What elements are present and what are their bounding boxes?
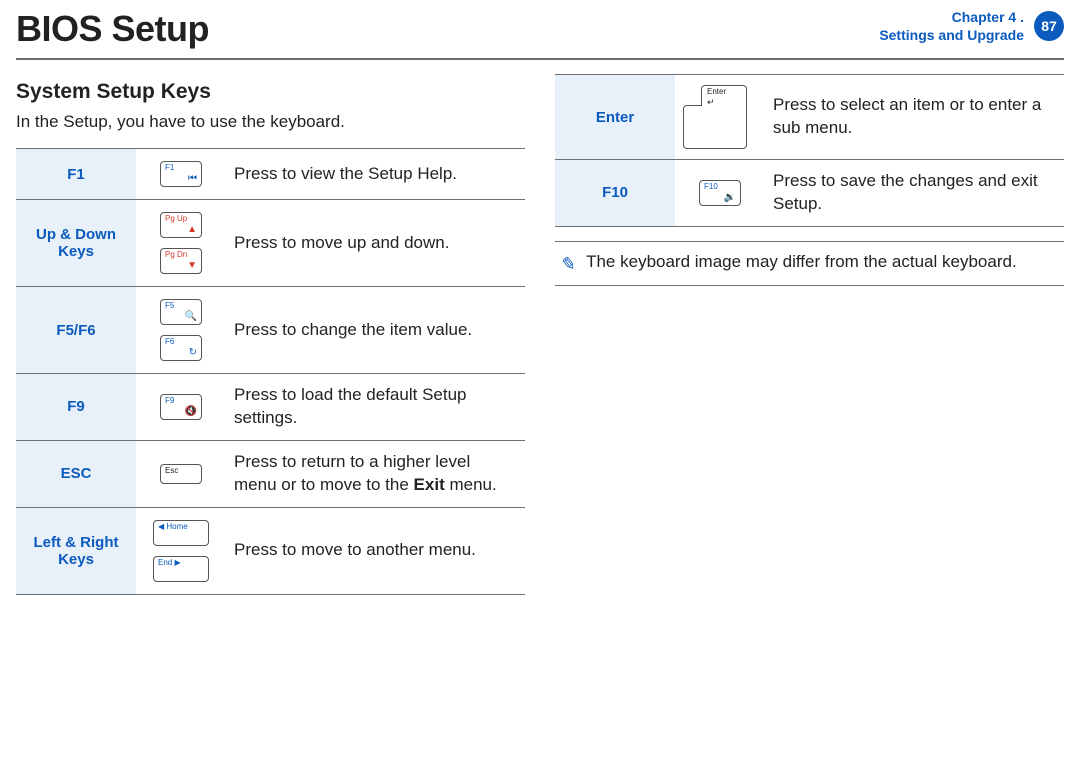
- chapter-block: Chapter 4 . Settings and Upgrade 87: [879, 8, 1064, 44]
- keys-table-left: F1F1⏮Press to view the Setup Help.Up & D…: [16, 148, 525, 595]
- key-name: F5/F6: [16, 287, 136, 374]
- left-column: System Setup Keys In the Setup, you have…: [16, 74, 525, 595]
- keycap-label: ◀ Home: [158, 522, 188, 531]
- section-intro: In the Setup, you have to use the keyboa…: [16, 112, 525, 132]
- keycap-label: F5: [165, 301, 174, 310]
- keycap-icon: Pg Dn▼: [160, 248, 202, 274]
- keycap-glyph-icon: 🔉: [724, 193, 736, 203]
- key-row: ESC Esc Press to return to a higher level …: [16, 440, 525, 507]
- keycap-icon: Esc: [160, 464, 202, 484]
- keycap-icon: F9 🔇: [160, 394, 202, 420]
- keycap-label: Pg Dn: [165, 250, 187, 259]
- keycap-stack: Pg Up▲ Pg Dn▼: [144, 210, 218, 276]
- key-description: Press to view the Setup Help.: [226, 149, 525, 200]
- keycap-icon: End ▶: [153, 556, 209, 582]
- enter-key-icon: Enter↵: [683, 85, 747, 149]
- key-image: F10 🔉: [675, 160, 765, 227]
- right-column: EnterEnter↵Press to select an item or to…: [555, 74, 1064, 595]
- keycap-label: F9: [165, 396, 174, 405]
- keycap-icon: F6 ↻: [160, 335, 202, 361]
- key-image: Enter↵: [675, 75, 765, 160]
- key-description: Press to change the item value.: [226, 287, 525, 374]
- key-row: EnterEnter↵Press to select an item or to…: [555, 75, 1064, 160]
- keycap-icon: ◀ Home: [153, 520, 209, 546]
- key-description: Press to select an item or to enter a su…: [765, 75, 1064, 160]
- keycap-label: F6: [165, 337, 174, 346]
- chapter-line-2: Settings and Upgrade: [879, 26, 1024, 44]
- key-row: Up & Down Keys Pg Up▲ Pg Dn▼ Press to move …: [16, 200, 525, 287]
- keycap-stack: F5 🔍 F6 ↻: [144, 297, 218, 363]
- keycap-label: End ▶: [158, 558, 181, 567]
- key-image: ◀ Home End ▶: [136, 507, 226, 594]
- key-description: Press to load the default Setup settings…: [226, 374, 525, 441]
- chapter-text: Chapter 4 . Settings and Upgrade: [879, 8, 1024, 44]
- key-description: Press to return to a higher level menu o…: [226, 440, 525, 507]
- keycap-stack: F10 🔉: [683, 178, 757, 208]
- page-number-badge: 87: [1034, 11, 1064, 41]
- key-name: F1: [16, 149, 136, 200]
- key-image: F5 🔍 F6 ↻: [136, 287, 226, 374]
- page-header: BIOS Setup Chapter 4 . Settings and Upgr…: [0, 0, 1080, 54]
- keycap-stack: ◀ Home End ▶: [144, 518, 218, 584]
- key-row: Left & Right Keys ◀ Home End ▶ Press to mov…: [16, 507, 525, 594]
- keycap-icon: Pg Up▲: [160, 212, 202, 238]
- keycap-icon: F5 🔍: [160, 299, 202, 325]
- chapter-line-1: Chapter 4 .: [879, 8, 1024, 26]
- enter-arrow-icon: ↵: [707, 97, 715, 108]
- keycap-icon: F10 🔉: [699, 180, 741, 206]
- keycap-glyph-icon: 🔇: [185, 407, 197, 417]
- keyboard-note: ✎ The keyboard image may differ from the…: [555, 241, 1064, 286]
- key-row: F9 F9 🔇 Press to load the default Setup set…: [16, 374, 525, 441]
- keycap-icon: F1 ⏮: [160, 161, 202, 187]
- key-name: F10: [555, 160, 675, 227]
- keycap-stack: Esc: [144, 462, 218, 486]
- content-columns: System Setup Keys In the Setup, you have…: [0, 74, 1080, 595]
- keycap-glyph-icon: ▲: [187, 225, 197, 235]
- header-rule: [16, 58, 1064, 60]
- key-image: Pg Up▲ Pg Dn▼: [136, 200, 226, 287]
- key-row: F1 F1 ⏮ Press to view the Setup Help.: [16, 149, 525, 200]
- key-name: ESC: [16, 440, 136, 507]
- keycap-glyph-icon: ▼: [187, 261, 197, 271]
- keycap-stack: F9 🔇: [144, 392, 218, 422]
- key-row: F10 F10 🔉 Press to save the changes and exi…: [555, 160, 1064, 227]
- keycap-glyph-icon: 🔍: [185, 312, 197, 322]
- keycap-label: Pg Up: [165, 214, 187, 223]
- note-text: The keyboard image may differ from the a…: [586, 252, 1017, 272]
- key-image: F9 🔇: [136, 374, 226, 441]
- keycap-glyph-icon: ↻: [189, 348, 197, 358]
- key-name: F9: [16, 374, 136, 441]
- key-name: Left & Right Keys: [16, 507, 136, 594]
- keycap-glyph-icon: ⏮: [188, 174, 197, 184]
- keycap-label: F10: [704, 182, 718, 191]
- keycap-stack: F1 ⏮: [144, 159, 218, 189]
- key-description: Press to save the changes and exit Setup…: [765, 160, 1064, 227]
- key-image: Esc: [136, 440, 226, 507]
- key-name: Up & Down Keys: [16, 200, 136, 287]
- section-heading: System Setup Keys: [16, 80, 525, 104]
- note-icon: ✎: [559, 254, 578, 275]
- keycap-label: Esc: [165, 466, 178, 475]
- key-description: Press to move up and down.: [226, 200, 525, 287]
- key-row: F5/F6 F5 🔍 F6 ↻ Press to change the item valu…: [16, 287, 525, 374]
- key-image: F1 ⏮: [136, 149, 226, 200]
- key-name: Enter: [555, 75, 675, 160]
- enter-key-label: Enter: [707, 87, 726, 96]
- keys-table-right: EnterEnter↵Press to select an item or to…: [555, 74, 1064, 227]
- page-title: BIOS Setup: [16, 8, 209, 50]
- key-description: Press to move to another menu.: [226, 507, 525, 594]
- keycap-label: F1: [165, 163, 174, 172]
